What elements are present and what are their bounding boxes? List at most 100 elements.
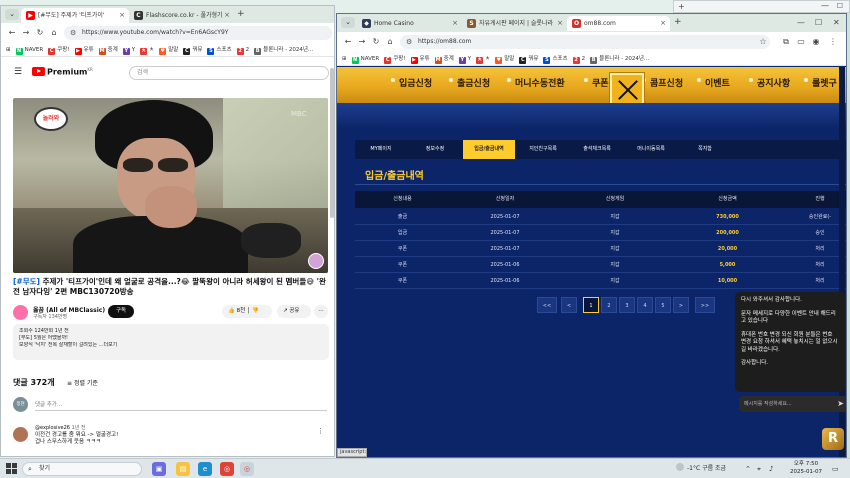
close-window-icon[interactable]: ✕ xyxy=(833,16,840,29)
back-arrow-icon[interactable]: ← xyxy=(342,36,354,48)
edge-browser-icon[interactable]: e xyxy=(198,462,212,476)
home-icon[interactable]: ⌂ xyxy=(48,27,60,39)
subscribe-button[interactable]: 구독 xyxy=(108,305,134,318)
send-icon[interactable]: ➤ xyxy=(837,396,844,412)
bookmark-item[interactable]: M 중계 xyxy=(434,52,454,65)
bookmark-item[interactable]: ▶ 유튜 xyxy=(410,52,430,65)
comment-author[interactable]: @explosive26 1년 전 xyxy=(35,424,86,431)
bookmark-item[interactable]: C 쿠팡! xyxy=(384,52,406,65)
popup-close-button[interactable] xyxy=(610,73,644,105)
youtube-search-input[interactable]: 검색 xyxy=(129,66,329,80)
file-explorer-icon[interactable]: ▤ xyxy=(176,462,190,476)
maximize-icon[interactable]: ☐ xyxy=(815,16,822,29)
bookmark-item[interactable]: ㅊㅊ xyxy=(140,43,154,56)
nav-item[interactable]: 쿠폰 xyxy=(592,76,609,89)
tab-search-button[interactable]: ⌄ xyxy=(341,17,355,28)
hamburger-menu-icon[interactable]: ☰ xyxy=(14,67,22,77)
nav-item[interactable]: 머니수동전환 xyxy=(515,76,565,89)
chrome-app-icon[interactable]: ◎ xyxy=(220,462,234,476)
forward-arrow-icon[interactable]: → xyxy=(356,36,368,48)
system-clock[interactable]: 오후 7:50 2025-01-07 xyxy=(790,460,822,476)
pagination-button[interactable]: 4 xyxy=(637,297,653,313)
close-icon[interactable]: × xyxy=(660,16,666,31)
video-player[interactable]: 놀러와 MBC xyxy=(13,98,328,273)
tab-flashscore[interactable]: C Flashscore.co.kr - 풀가형기 × xyxy=(129,8,234,23)
bookmark-item[interactable]: C 꿔뮤 xyxy=(519,52,538,65)
pagination-button[interactable]: < xyxy=(561,297,577,313)
bookmark-item[interactable]: N NAVER xyxy=(15,43,43,56)
subtab[interactable]: MY페이지 xyxy=(355,140,407,159)
share-button[interactable]: ↗ 공유 xyxy=(277,305,311,318)
apps-grid-icon[interactable]: ⊞ xyxy=(342,52,347,65)
bookmark-item[interactable]: ▶ 유튜 xyxy=(74,43,94,56)
youtube-logo-icon[interactable] xyxy=(32,67,45,76)
nav-item[interactable]: 출금신청 xyxy=(457,76,490,89)
plus-icon[interactable]: + xyxy=(678,2,685,11)
tray-chevron-icon[interactable]: ⌃ xyxy=(745,462,751,476)
like-dislike-button[interactable]: 👍 8천 │ 👎 xyxy=(222,305,272,318)
channel-avatar[interactable] xyxy=(13,305,28,320)
video-description[interactable]: 조회수 124만회 1년 전 [무도] 5월은 어땠을까! 보양식 '낙지' 전… xyxy=(13,324,329,360)
pagination-button[interactable]: 1 xyxy=(583,297,599,313)
site-info-icon[interactable]: ⚙ xyxy=(406,35,412,49)
chrome-active-icon[interactable]: ◎ xyxy=(240,462,254,476)
subtab[interactable]: 출석체크목록 xyxy=(571,140,623,159)
minimize-icon[interactable]: — xyxy=(821,1,829,10)
address-bar[interactable]: ⚙ https://www.youtube.com/watch?v=En6AGs… xyxy=(64,26,332,40)
thumbs-down-icon[interactable]: 👎 xyxy=(252,308,259,314)
bookmark-item[interactable]: 22 xyxy=(236,43,249,56)
thumbs-up-icon[interactable]: 👍 xyxy=(228,308,235,314)
more-actions-button[interactable]: ··· xyxy=(314,305,328,318)
address-bar[interactable]: ⚙ https://om88.com xyxy=(400,35,770,49)
bookmark-item[interactable]: ♥ 말말 xyxy=(495,52,514,65)
site-info-icon[interactable]: ⚙ xyxy=(70,26,76,40)
commenter-avatar[interactable] xyxy=(13,427,28,442)
title-hashtag[interactable]: [#무도] xyxy=(13,277,40,286)
apps-grid-icon[interactable]: ⊞ xyxy=(6,43,11,56)
subtab[interactable]: 입금/출금내역 xyxy=(463,140,515,159)
bookmark-item[interactable]: S 스포츠 xyxy=(543,52,568,65)
close-icon[interactable]: × xyxy=(557,16,563,31)
nav-item[interactable]: 룰렛구 xyxy=(812,76,837,89)
photos-app-icon[interactable]: ▣ xyxy=(152,462,166,476)
tab-youtube[interactable]: ▶ [#무도] 주제가 '티프가이' × xyxy=(21,8,129,23)
scrollbar-thumb[interactable] xyxy=(330,68,334,218)
nav-item[interactable]: 공지사항 xyxy=(757,76,790,89)
tab-home-casino[interactable]: ◆ Home Casino × xyxy=(357,16,462,31)
bookmark-item[interactable]: B 블론니라 - 2024년... xyxy=(254,43,313,56)
subtab[interactable]: 지인친구목록 xyxy=(517,140,569,159)
bookmark-item[interactable]: S 스포츠 xyxy=(207,43,232,56)
forward-arrow-icon[interactable]: → xyxy=(20,27,32,39)
windows-start-icon[interactable] xyxy=(6,463,17,474)
sort-comments-button[interactable]: ≡ 정렬 기준 xyxy=(67,378,98,387)
subtab[interactable]: 정보수정 xyxy=(409,140,461,159)
bookmark-item[interactable]: YY xyxy=(122,43,135,56)
bookmark-star-icon[interactable]: ☆ xyxy=(757,36,769,48)
browser-menu-icon[interactable]: ⋮ xyxy=(827,36,839,48)
bookmark-item[interactable]: YY xyxy=(458,52,471,65)
weather-widget[interactable]: -1°C 구름 조금 xyxy=(676,462,726,476)
new-tab-icon[interactable]: + xyxy=(237,8,245,21)
bookmark-item[interactable]: C 꿔뮤 xyxy=(183,43,202,56)
subtab[interactable]: 머니이동목록 xyxy=(625,140,677,159)
nav-item[interactable]: 입금신청 xyxy=(399,76,432,89)
close-icon[interactable]: × xyxy=(119,8,125,23)
nav-item[interactable]: 이벤트 xyxy=(705,76,730,89)
youtube-brand[interactable]: PremiumKR xyxy=(47,67,93,77)
volume-icon[interactable]: ♪ xyxy=(769,462,773,476)
pagination-button[interactable]: << xyxy=(537,297,557,313)
background-window[interactable]: + — ☐ xyxy=(673,0,850,13)
sidebar-icon[interactable]: ▭ xyxy=(795,36,807,48)
bookmark-item[interactable]: ㅊㅊ xyxy=(476,52,490,65)
extensions-icon[interactable]: ⧉ xyxy=(780,36,792,48)
notification-icon[interactable]: ▭ xyxy=(832,462,839,476)
tab-om88[interactable]: O om88.com × xyxy=(567,16,670,31)
pagination-button[interactable]: > xyxy=(673,297,689,313)
pagination-button[interactable]: >> xyxy=(695,297,715,313)
bookmark-item[interactable]: B 블론니라 - 2024년... xyxy=(590,52,649,65)
subtab[interactable]: 쪽지함 xyxy=(679,140,731,159)
chat-launcher-logo[interactable]: R xyxy=(822,428,844,450)
maximize-icon[interactable]: ☐ xyxy=(837,2,843,10)
bookmark-item[interactable]: ♥ 말말 xyxy=(159,43,178,56)
taskbar-search-input[interactable]: ⌕ 찾기 xyxy=(22,462,142,476)
